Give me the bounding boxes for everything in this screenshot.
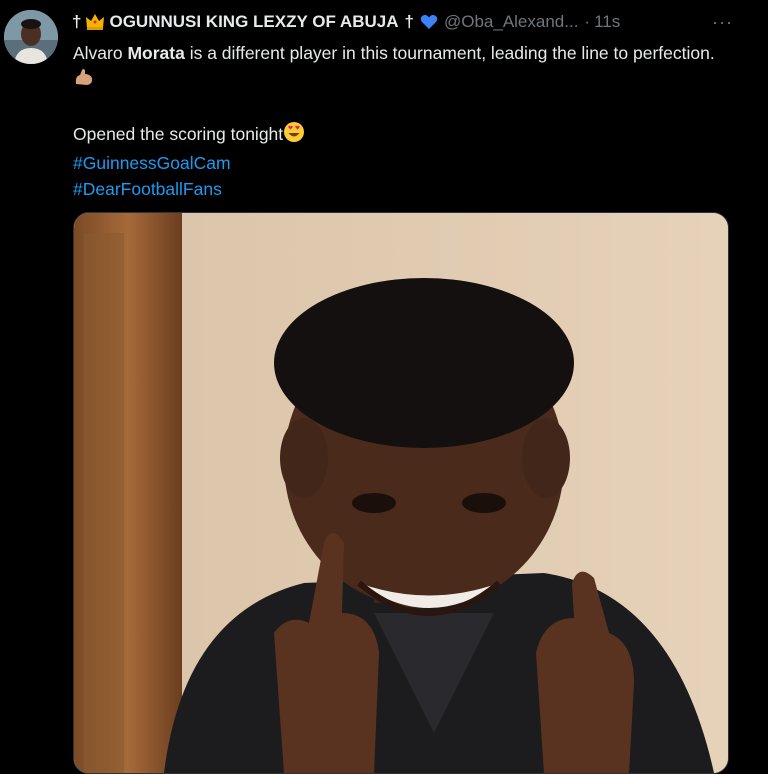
tweet-media-image[interactable] bbox=[73, 212, 729, 774]
verified-heart-icon bbox=[420, 14, 438, 30]
timestamp[interactable]: 11s bbox=[594, 12, 620, 32]
flexed-biceps-emoji bbox=[73, 66, 95, 95]
tweet-line-2: Opened the scoring tonight bbox=[73, 121, 733, 150]
heart-eyes-emoji bbox=[283, 121, 305, 150]
tweet-line-1: Alvaro Morata is a different player in t… bbox=[73, 40, 733, 95]
more-icon[interactable]: ··· bbox=[712, 12, 736, 32]
crown-icon bbox=[85, 13, 105, 31]
avatar[interactable] bbox=[4, 10, 58, 64]
author-handle[interactable]: @Oba_Alexand... bbox=[444, 12, 578, 32]
hashtag-link[interactable]: #GuinnessGoalCam bbox=[73, 150, 733, 176]
tweet-text: Alvaro Morata is a different player in t… bbox=[73, 40, 733, 202]
tweet[interactable]: † OGUNNUSI KING LEXZY OF ABUJA † @Oba_Al… bbox=[0, 0, 768, 774]
separator: · bbox=[584, 12, 591, 31]
author-name[interactable]: † OGUNNUSI KING LEXZY OF ABUJA † bbox=[72, 12, 414, 32]
tweet-header: † OGUNNUSI KING LEXZY OF ABUJA † @Oba_Al… bbox=[72, 10, 620, 34]
hashtag-link[interactable]: #DearFootballFans bbox=[73, 176, 733, 202]
